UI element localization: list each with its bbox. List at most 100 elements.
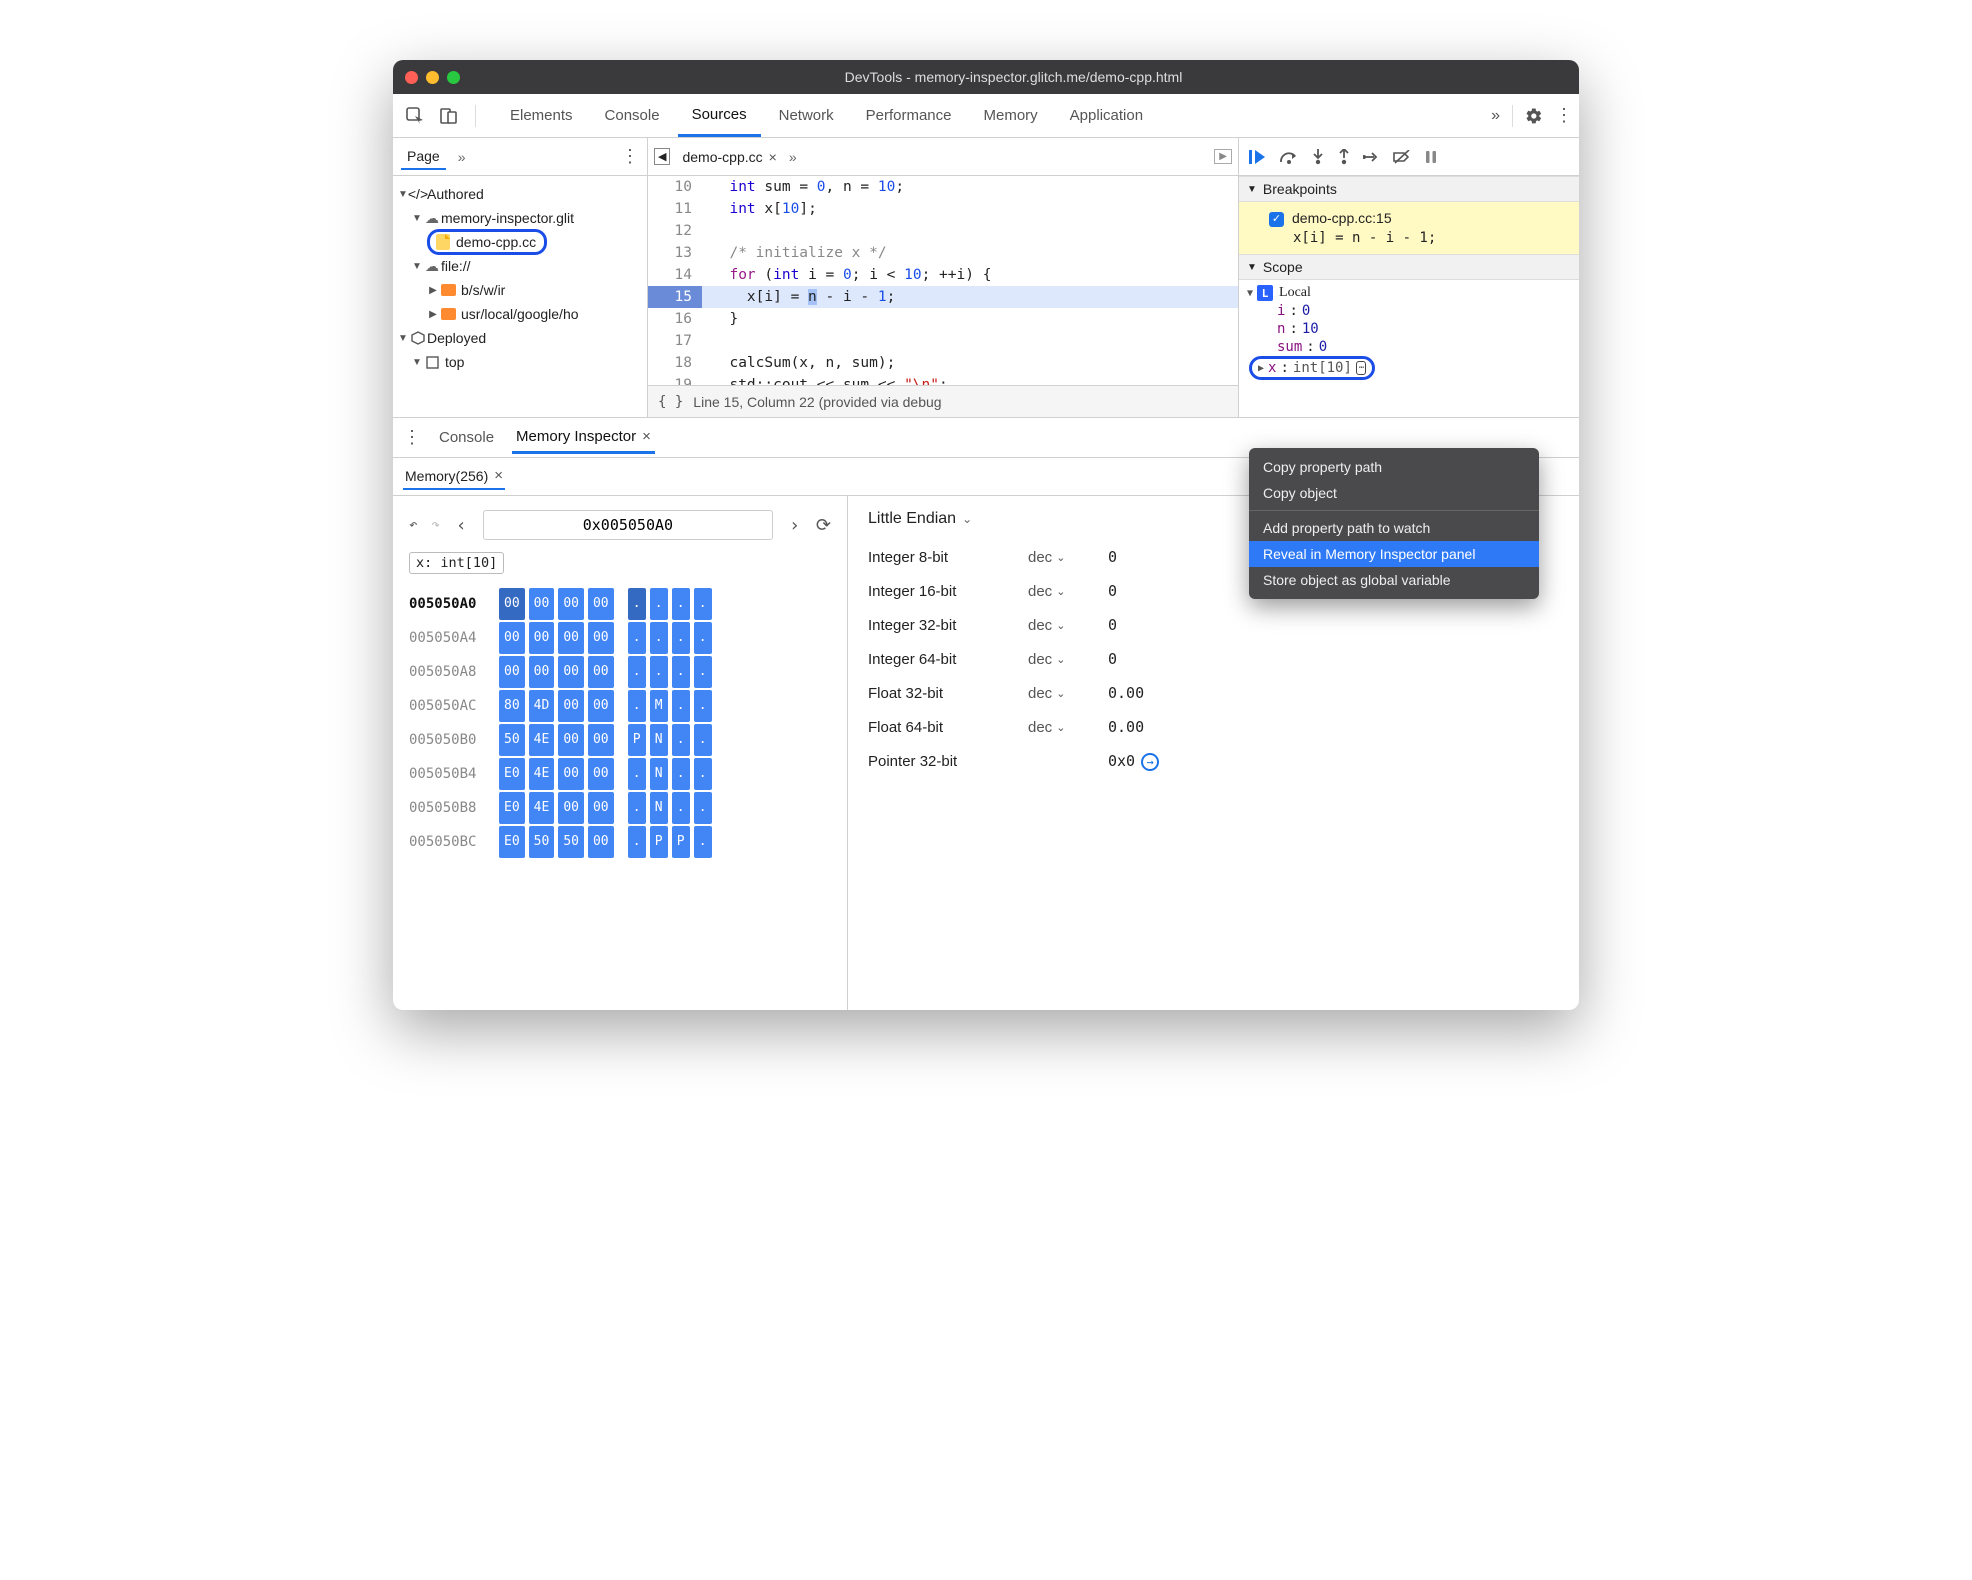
window-titlebar: DevTools - memory-inspector.glitch.me/de… <box>393 60 1579 94</box>
editor-tab-file[interactable]: demo-cpp.cc× <box>676 147 782 167</box>
context-menu-item[interactable]: Copy property path <box>1249 454 1539 480</box>
interp-label: Float 32-bit <box>868 685 1028 702</box>
address-input[interactable] <box>483 510 773 540</box>
hex-row[interactable]: 005050B0504E0000PN.. <box>409 724 831 756</box>
window-close-button[interactable] <box>405 71 418 84</box>
hex-row[interactable]: 005050A800000000.... <box>409 656 831 688</box>
source-editor: ◀ demo-cpp.cc× » ▶ 10 int sum = 0, n = 1… <box>648 138 1239 417</box>
refresh-icon[interactable]: ⟳ <box>816 515 831 536</box>
context-menu-item[interactable]: Add property path to watch <box>1249 515 1539 541</box>
drawer-tab-memory-inspector[interactable]: Memory Inspector× <box>512 422 655 454</box>
main-tab-sources[interactable]: Sources <box>678 94 761 137</box>
interp-format-select[interactable]: dec ⌄ <box>1028 583 1108 600</box>
more-tabs-icon[interactable]: » <box>1491 107 1500 125</box>
step-into-icon[interactable] <box>1311 149 1325 165</box>
tree-authored[interactable]: Authored <box>427 186 484 202</box>
device-toolbar-icon[interactable] <box>435 102 463 130</box>
scope-var[interactable]: i: 0 <box>1239 302 1579 320</box>
window-title: DevTools - memory-inspector.glitch.me/de… <box>460 69 1567 85</box>
settings-gear-icon[interactable] <box>1525 107 1543 125</box>
tree-file-scheme[interactable]: file:// <box>441 258 471 274</box>
interp-value: 0 <box>1108 616 1559 634</box>
window-minimize-button[interactable] <box>426 71 439 84</box>
step-over-icon[interactable] <box>1279 150 1299 164</box>
breakpoint-entry[interactable]: ✓demo-cpp.cc:15 x[i] = n - i - 1; <box>1239 202 1579 254</box>
close-icon[interactable]: × <box>494 467 503 484</box>
memory-object-tag[interactable]: x: int[10] <box>409 552 504 574</box>
local-badge-icon: L <box>1257 285 1273 301</box>
close-icon[interactable]: × <box>642 428 651 445</box>
run-snippet-icon[interactable]: ▶ <box>1214 149 1232 164</box>
pretty-print-icon[interactable]: { } <box>658 394 683 410</box>
hex-row[interactable]: 005050A000000000.... <box>409 588 831 620</box>
editor-status-bar: { } Line 15, Column 22 (provided via deb… <box>648 385 1238 417</box>
hex-row[interactable]: 005050BCE0505000.PP. <box>409 826 831 858</box>
memory-hex-view: ↶ ↷ ‹ › ⟳ x: int[10] 005050A000000000...… <box>393 496 848 1010</box>
scope-section[interactable]: ▼Scope <box>1239 254 1579 280</box>
tree-deployed[interactable]: Deployed <box>427 330 486 346</box>
interp-value: 0.00 <box>1108 718 1559 736</box>
interp-label: Float 64-bit <box>868 719 1028 736</box>
interp-label: Integer 8-bit <box>868 549 1028 566</box>
next-page-icon[interactable]: › <box>787 515 802 536</box>
interp-format-select[interactable]: dec ⌄ <box>1028 549 1108 566</box>
editor-more-tabs-icon[interactable]: » <box>789 149 797 165</box>
redo-icon[interactable]: ↷ <box>431 517 439 533</box>
navigator-tab-page[interactable]: Page <box>401 144 446 170</box>
folder-icon <box>441 308 456 320</box>
hex-row[interactable]: 005050B8E04E0000.N.. <box>409 792 831 824</box>
code-area[interactable]: 10 int sum = 0, n = 10;11 int x[10];12 1… <box>648 176 1238 385</box>
deployed-icon <box>409 331 427 345</box>
memory-icon[interactable]: ⋯ <box>1356 361 1366 375</box>
undo-icon[interactable]: ↶ <box>409 517 417 533</box>
context-menu-item[interactable]: Copy object <box>1249 480 1539 506</box>
hex-row[interactable]: 005050AC804D0000.M.. <box>409 690 831 722</box>
inspect-element-icon[interactable] <box>401 102 429 130</box>
hex-row[interactable]: 005050A400000000.... <box>409 622 831 654</box>
main-tab-application[interactable]: Application <box>1056 94 1157 137</box>
main-tab-elements[interactable]: Elements <box>496 94 587 137</box>
step-out-icon[interactable] <box>1337 149 1351 165</box>
tree-origin[interactable]: memory-inspector.glit <box>441 210 574 226</box>
interp-label: Integer 32-bit <box>868 617 1028 634</box>
prev-page-icon[interactable]: ‹ <box>454 515 469 536</box>
scope-var[interactable]: n: 10 <box>1239 320 1579 338</box>
breakpoints-section[interactable]: ▼Breakpoints <box>1239 176 1579 202</box>
interp-format-select[interactable]: dec ⌄ <box>1028 685 1108 702</box>
scope-local[interactable]: ▼LLocal <box>1239 284 1579 302</box>
scope-var-x[interactable]: ▶x: int[10]⋯ <box>1249 356 1375 380</box>
resume-icon[interactable] <box>1249 149 1267 165</box>
frame-icon <box>423 356 441 369</box>
pause-exceptions-icon[interactable] <box>1423 149 1439 165</box>
interp-format-select[interactable]: dec ⌄ <box>1028 617 1108 634</box>
tree-top[interactable]: top <box>445 354 464 370</box>
nav-back-icon[interactable]: ◀ <box>654 148 670 165</box>
main-tab-console[interactable]: Console <box>591 94 674 137</box>
main-tab-network[interactable]: Network <box>765 94 848 137</box>
breakpoint-checkbox[interactable]: ✓ <box>1269 212 1284 227</box>
jump-to-address-icon[interactable]: → <box>1141 753 1159 771</box>
hex-row[interactable]: 005050B4E04E0000.N.. <box>409 758 831 790</box>
main-tab-memory[interactable]: Memory <box>970 94 1052 137</box>
interp-value: 0x0→ <box>1108 752 1559 771</box>
kebab-menu-icon[interactable]: ⋮ <box>1555 105 1571 126</box>
context-menu-item[interactable]: Store object as global variable <box>1249 567 1539 593</box>
main-tab-performance[interactable]: Performance <box>852 94 966 137</box>
memory-tab[interactable]: Memory(256)× <box>403 463 505 490</box>
close-tab-icon[interactable]: × <box>769 149 777 165</box>
context-menu[interactable]: Copy property pathCopy object Add propert… <box>1249 448 1539 599</box>
drawer-kebab-icon[interactable]: ⋮ <box>403 427 421 448</box>
context-menu-item[interactable]: Reveal in Memory Inspector panel <box>1249 541 1539 567</box>
deactivate-breakpoints-icon[interactable] <box>1393 150 1411 164</box>
tree-file-selected[interactable]: demo-cpp.cc <box>427 229 547 255</box>
navigator-more-icon[interactable]: » <box>458 149 466 165</box>
scope-var[interactable]: sum: 0 <box>1239 338 1579 356</box>
tree-folder[interactable]: b/s/w/ir <box>461 282 505 298</box>
interp-format-select[interactable]: dec ⌄ <box>1028 651 1108 668</box>
step-icon[interactable] <box>1363 150 1381 164</box>
drawer-tab-console[interactable]: Console <box>435 423 498 452</box>
window-maximize-button[interactable] <box>447 71 460 84</box>
interp-format-select[interactable]: dec ⌄ <box>1028 719 1108 736</box>
tree-folder[interactable]: usr/local/google/ho <box>461 306 579 322</box>
navigator-kebab-icon[interactable]: ⋮ <box>621 146 639 167</box>
